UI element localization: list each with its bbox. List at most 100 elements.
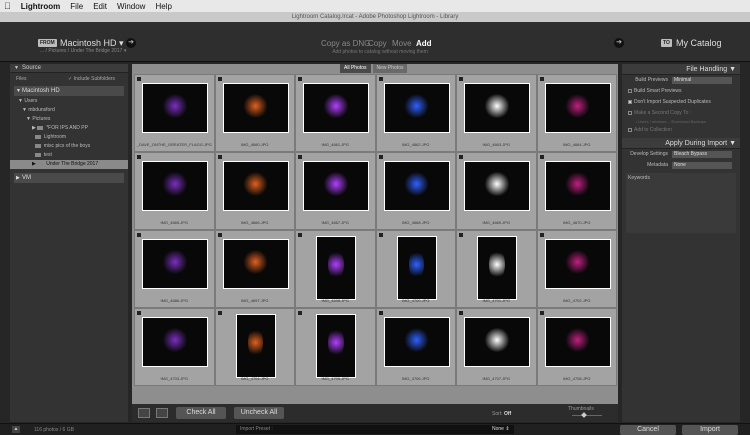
thumbnail-checkbox[interactable]	[137, 77, 141, 81]
uncheck-all-button[interactable]: Uncheck All	[234, 407, 284, 419]
tree-item-for-ips[interactable]: ▶ *FOR IPS AND PP	[10, 124, 128, 133]
build-previews-select[interactable]: Minimal	[672, 77, 732, 84]
mode-copy[interactable]: Copy	[368, 39, 387, 48]
tree-item-under-the-bridge[interactable]: ▶ Under The Bridge 2017	[10, 160, 128, 169]
photo-thumbnail[interactable]	[316, 314, 356, 378]
metadata-select[interactable]: None	[672, 162, 732, 169]
import-button[interactable]: Import	[682, 425, 738, 435]
thumbnail-checkbox[interactable]	[459, 77, 463, 81]
menu-help[interactable]: Help	[155, 2, 171, 11]
thumbnail-cell[interactable]: IMG_4661.JPG	[295, 74, 376, 152]
sort-control[interactable]: Sort: Off	[492, 411, 511, 417]
photo-thumbnail[interactable]	[222, 161, 289, 211]
thumbnail-cell[interactable]: IMG_4663.JPG	[456, 74, 537, 152]
thumbnail-cell[interactable]: IMG_4665.JPG	[134, 152, 215, 230]
menu-file[interactable]: File	[70, 2, 83, 11]
thumbnail-cell[interactable]: IMG_4697.JPG	[214, 230, 295, 308]
thumbnail-cell[interactable]: IMG_4708.JPG	[536, 308, 617, 386]
grid-view-icon[interactable]	[138, 408, 150, 418]
thumbnail-checkbox[interactable]	[378, 77, 383, 81]
photo-thumbnail[interactable]	[142, 239, 208, 289]
slider-knob[interactable]	[581, 412, 587, 418]
thumbnail-checkbox[interactable]	[137, 233, 141, 237]
tab-all-photos[interactable]: All Photos	[340, 64, 371, 73]
photo-thumbnail[interactable]	[383, 317, 450, 367]
mode-add[interactable]: Add	[416, 39, 432, 48]
tree-item-mbdunsford[interactable]: ▼ mbdunsford	[10, 106, 128, 115]
photo-thumbnail[interactable]	[235, 314, 276, 378]
thumbnail-cell[interactable]: IMG_4705.JPG	[295, 308, 376, 386]
thumbnail-checkbox[interactable]	[539, 311, 544, 315]
check-all-button[interactable]: Check All	[176, 407, 226, 419]
thumbnail-checkbox[interactable]	[378, 311, 383, 315]
mode-move[interactable]: Move	[392, 39, 412, 48]
photo-thumbnail[interactable]	[222, 239, 289, 289]
loupe-view-icon[interactable]	[156, 408, 168, 418]
keywords-field[interactable]: Keywords	[626, 173, 736, 233]
thumbnail-cell[interactable]: IMG_4702.JPG	[536, 230, 617, 308]
tree-item-users[interactable]: ▼ Users	[10, 97, 128, 106]
thumbnail-checkbox[interactable]	[217, 233, 222, 237]
thumbnail-checkbox[interactable]	[459, 155, 463, 159]
tab-new-photos[interactable]: New Photos	[372, 64, 408, 73]
thumbnail-cell[interactable]: IMG_4666.JPG	[214, 152, 295, 230]
thumbnail-cell[interactable]: IMG_4667.JPG	[295, 152, 376, 230]
mode-copy-as-dng[interactable]: Copy as DNG	[321, 39, 370, 48]
thumbnail-cell[interactable]: IMG_4668.JPG	[375, 152, 456, 230]
thumbnail-checkbox[interactable]	[137, 155, 141, 159]
thumbnail-checkbox[interactable]	[539, 77, 544, 81]
photo-thumbnail[interactable]	[303, 161, 369, 211]
photo-thumbnail[interactable]	[142, 83, 208, 133]
build-smart-previews-checkbox[interactable]: Build Smart Previews	[622, 86, 740, 97]
thumbnail-size-slider[interactable]	[572, 415, 602, 416]
cancel-button[interactable]: Cancel	[620, 425, 676, 435]
photo-thumbnail[interactable]	[544, 83, 611, 133]
source-arrow-icon[interactable]: ➔	[126, 38, 136, 48]
photo-thumbnail[interactable]	[303, 83, 369, 133]
dont-import-duplicates-checkbox[interactable]: Don't Import Suspected Duplicates	[622, 97, 740, 108]
thumbnail-checkbox[interactable]	[378, 155, 383, 159]
thumbnail-cell[interactable]: IMG_4703.JPG	[134, 308, 215, 386]
volume-macintosh-hd[interactable]: ▼ Macintosh HD	[14, 86, 124, 96]
photo-thumbnail[interactable]	[464, 83, 530, 133]
thumbnail-checkbox[interactable]	[459, 311, 463, 315]
photo-thumbnail[interactable]	[142, 317, 208, 367]
photo-thumbnail[interactable]	[396, 236, 437, 300]
photo-thumbnail[interactable]	[383, 161, 450, 211]
thumbnail-checkbox[interactable]	[137, 311, 141, 315]
thumbnail-checkbox[interactable]	[217, 77, 222, 81]
develop-settings-select[interactable]: Bleach Bypass	[672, 151, 732, 158]
thumbnail-cell[interactable]: IMG_4670.JPG	[536, 152, 617, 230]
thumbnail-checkbox[interactable]	[217, 311, 222, 315]
photo-thumbnail[interactable]	[477, 236, 517, 300]
thumbnail-cell[interactable]: IMG_4660.JPG	[214, 74, 295, 152]
import-preset-select[interactable]: Import Preset : None ⇕	[236, 425, 514, 434]
thumbnail-cell[interactable]: IMG_4706.JPG	[375, 308, 456, 386]
photo-thumbnail[interactable]	[316, 236, 356, 300]
thumbnail-cell[interactable]: IMG_4704.JPG	[214, 308, 295, 386]
menu-window[interactable]: Window	[117, 2, 145, 11]
photo-thumbnail[interactable]	[544, 239, 611, 289]
thumbnail-cell[interactable]: IMG_4698.JPG	[295, 230, 376, 308]
thumbnail-checkbox[interactable]	[298, 233, 302, 237]
thumbnail-checkbox[interactable]	[539, 233, 544, 237]
menu-edit[interactable]: Edit	[93, 2, 107, 11]
tree-item-test[interactable]: test	[10, 151, 128, 160]
thumbnail-checkbox[interactable]	[539, 155, 544, 159]
photo-thumbnail[interactable]	[142, 161, 208, 211]
thumbnail-cell[interactable]: IMG_4669.JPG	[456, 152, 537, 230]
apply-during-import-header[interactable]: Apply During Import ▼	[622, 138, 740, 149]
thumbnail-cell[interactable]: IMG_4686.JPG	[134, 230, 215, 308]
destination-title[interactable]: My Catalog	[676, 38, 722, 48]
thumbnail-cell[interactable]: _DAVE_ONTHE_GREATER_FLAGG.JPG	[134, 74, 215, 152]
volume-vm[interactable]: ▶ VM	[14, 173, 124, 183]
thumbnail-checkbox[interactable]	[217, 155, 222, 159]
thumbnail-cell[interactable]: IMG_4701.JPG	[456, 230, 537, 308]
thumbnail-cell[interactable]: IMG_4700.JPG	[375, 230, 456, 308]
source-path[interactable]: ... / Pictures / Under The Bridge 2017 ▾	[40, 48, 126, 54]
photo-thumbnail[interactable]	[544, 161, 611, 211]
photo-thumbnail[interactable]	[383, 83, 450, 133]
photo-thumbnail[interactable]	[464, 161, 530, 211]
thumbnail-checkbox[interactable]	[298, 77, 302, 81]
destination-arrow-icon[interactable]: ➔	[614, 38, 624, 48]
